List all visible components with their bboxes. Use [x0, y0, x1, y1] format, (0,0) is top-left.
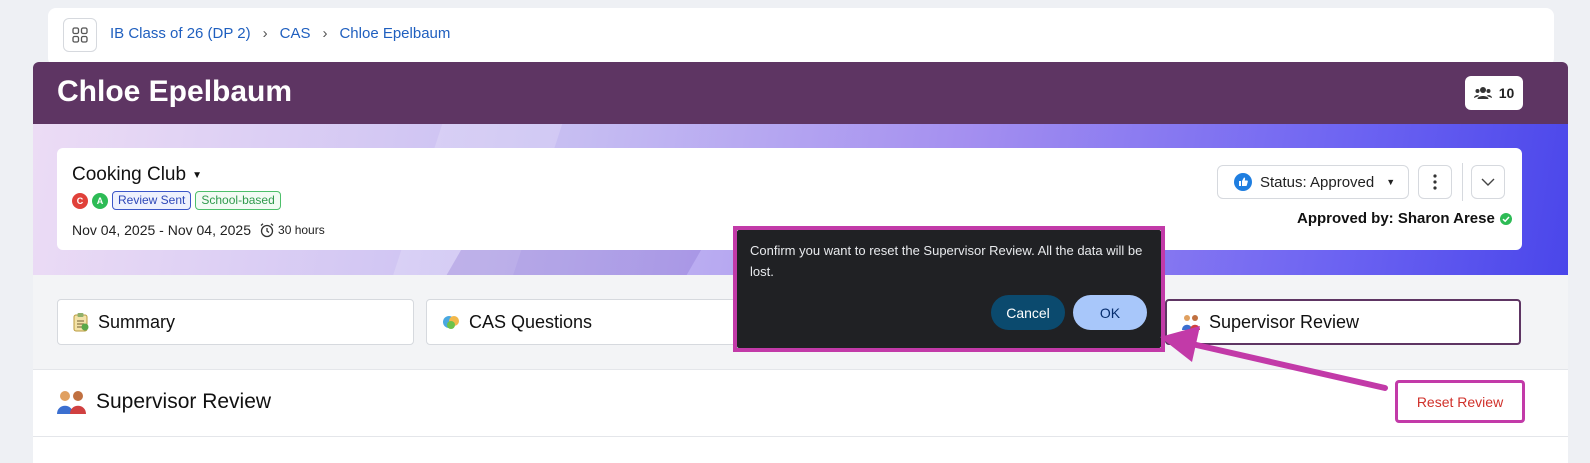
divider: [33, 436, 1568, 437]
more-options-button[interactable]: [1418, 165, 1452, 199]
thumbs-up-icon: [1234, 173, 1252, 191]
activity-title-dropdown[interactable]: Cooking Club ▼: [72, 164, 202, 186]
alarm-clock-icon: [260, 223, 274, 238]
divider: [1462, 163, 1463, 201]
breadcrumb-student-link[interactable]: Chloe Epelbaum: [339, 25, 450, 42]
clipboard-icon: [73, 313, 89, 332]
activity-dates: Nov 04, 2025 - Nov 04, 2025 30 hours: [72, 222, 325, 238]
chevron-right-icon: ›: [262, 25, 268, 42]
chevron-right-icon: ›: [322, 25, 328, 42]
section-title-text: Supervisor Review: [96, 390, 272, 413]
chevron-down-icon: [1481, 178, 1495, 186]
hours-info: 30 hours: [259, 222, 325, 238]
tab-supervisor-review-label: Supervisor Review: [1209, 311, 1360, 332]
members-count: 10: [1498, 85, 1515, 101]
expand-button[interactable]: [1471, 165, 1505, 199]
approved-by: Approved by: Sharon Arese: [1297, 210, 1512, 227]
cancel-button[interactable]: Cancel: [991, 295, 1065, 330]
status-dropdown[interactable]: Status: Approved ▼: [1217, 165, 1409, 199]
check-circle-icon: [1499, 212, 1512, 225]
ok-button[interactable]: OK: [1073, 295, 1147, 330]
caret-down-icon: ▼: [192, 169, 202, 181]
kebab-icon: [1433, 174, 1437, 190]
tab-summary[interactable]: Summary: [57, 299, 414, 345]
activity-badge: A: [92, 192, 108, 209]
review-sent-tag: Review Sent: [112, 191, 192, 210]
apps-grid-button[interactable]: [63, 18, 97, 52]
breadcrumb-class-link[interactable]: IB Class of 26 (DP 2): [110, 25, 251, 42]
status-label: Status: Approved: [1260, 173, 1375, 191]
members-button[interactable]: 10: [1465, 76, 1523, 110]
creativity-badge: C: [72, 192, 88, 209]
page-title: Chloe Epelbaum: [57, 75, 293, 108]
date-range: Nov 04, 2025 - Nov 04, 2025: [72, 222, 252, 238]
hours-label: 30 hours: [278, 223, 325, 237]
tab-cas-questions-label: CAS Questions: [469, 311, 593, 332]
grid-icon: [72, 27, 88, 43]
tab-supervisor-review[interactable]: Supervisor Review: [1165, 299, 1521, 345]
users-icon: [1473, 87, 1492, 99]
tab-cas-questions[interactable]: CAS Questions: [426, 299, 746, 345]
people-icon: [1182, 315, 1200, 330]
approved-by-label: Approved by: Sharon Arese: [1297, 210, 1495, 227]
activity-title: Cooking Club: [72, 164, 187, 185]
school-based-tag: School-based: [195, 191, 281, 210]
breadcrumb-cas-link[interactable]: CAS: [280, 25, 311, 42]
breadcrumb: IB Class of 26 (DP 2) › CAS › Chloe Epel…: [110, 25, 450, 42]
tab-summary-label: Summary: [98, 311, 176, 332]
activity-badges: C A Review Sent School-based: [72, 191, 281, 210]
caret-down-icon: ▼: [1386, 177, 1396, 187]
supervisor-review-section: [33, 369, 1568, 463]
dialog-message: Confirm you want to reset the Supervisor…: [750, 243, 1143, 279]
questions-icon: [443, 316, 459, 329]
reset-review-button[interactable]: Reset Review: [1402, 387, 1518, 417]
people-icon: [57, 391, 86, 414]
section-title: Supervisor Review: [56, 389, 271, 415]
